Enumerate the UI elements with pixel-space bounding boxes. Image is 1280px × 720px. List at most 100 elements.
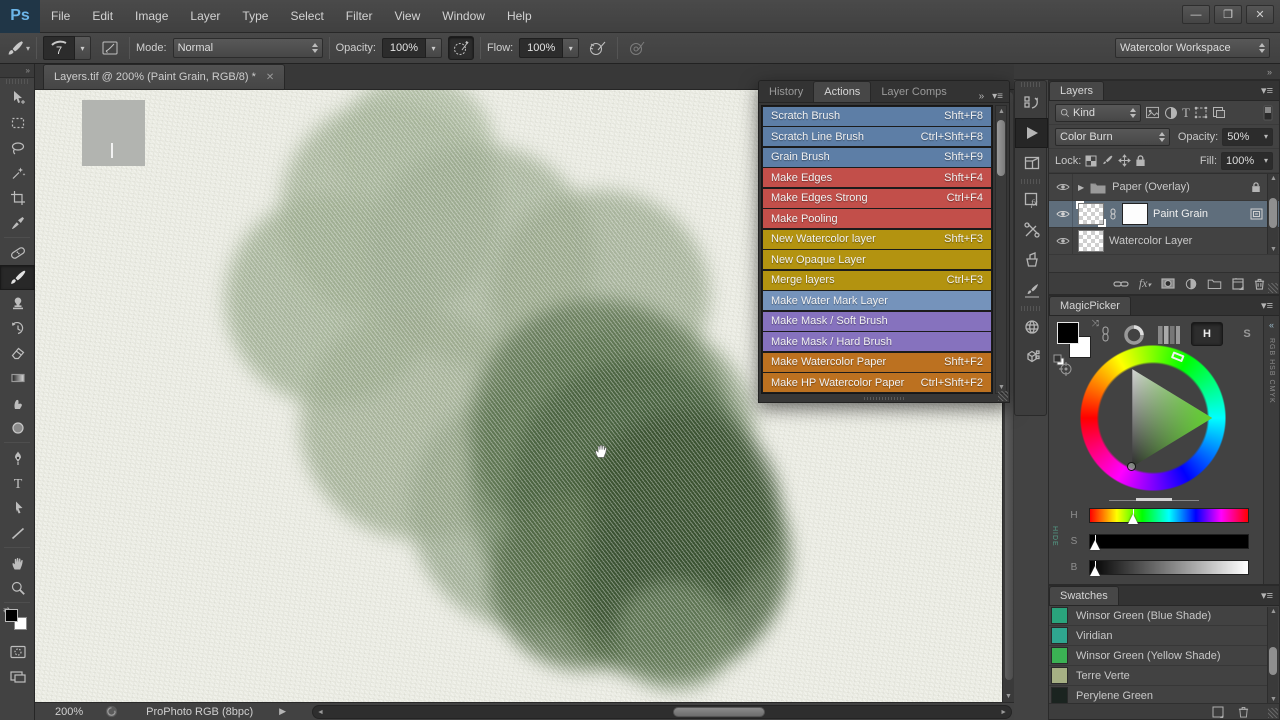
lock-all-icon[interactable]: [1135, 154, 1146, 167]
hue-slider[interactable]: [1089, 508, 1249, 523]
styles-panel-icon[interactable]: fx: [1015, 185, 1048, 215]
saturation-slider-marker[interactable]: [1090, 540, 1100, 550]
panel-resize-grip[interactable]: [1268, 283, 1278, 293]
saturation-mode-button[interactable]: S: [1235, 322, 1259, 346]
hscroll-thumb[interactable]: [673, 707, 765, 717]
rail-collapse-icon[interactable]: «: [1269, 320, 1274, 330]
minimize-button[interactable]: —: [1182, 5, 1210, 24]
pressure-opacity-button[interactable]: [448, 36, 474, 60]
layer-opacity-select[interactable]: 50% ▾: [1222, 128, 1273, 146]
menu-type[interactable]: Type: [231, 0, 279, 33]
menu-view[interactable]: View: [383, 0, 431, 33]
eyedropper-target-icon[interactable]: [1059, 362, 1073, 376]
type-tool[interactable]: T: [0, 470, 35, 495]
action-button[interactable]: Make Mask / Hard Brush: [763, 332, 991, 351]
tool-presets-panel-icon[interactable]: [1015, 215, 1048, 245]
swatch-row[interactable]: Winsor Green (Blue Shade): [1049, 606, 1267, 626]
lock-transparency-icon[interactable]: [1085, 155, 1097, 167]
foreground-color-chip[interactable]: [1057, 322, 1079, 344]
toolbar-gripper[interactable]: [6, 79, 28, 84]
lasso-tool[interactable]: [0, 135, 35, 160]
toolbar-collapse[interactable]: »: [0, 64, 34, 78]
visibility-toggle[interactable]: [1053, 201, 1073, 227]
visibility-toggle[interactable]: [1053, 174, 1073, 200]
pen-tool[interactable]: [0, 445, 35, 470]
layer-row-watercolor[interactable]: Watercolor Layer: [1049, 228, 1279, 255]
status-menu-arrow-icon[interactable]: ▶: [279, 706, 286, 717]
marquee-tool[interactable]: [0, 110, 35, 135]
eyedropper-tool[interactable]: [0, 210, 35, 235]
path-selection-tool[interactable]: [0, 495, 35, 520]
wheel-mode-icon[interactable]: [1123, 324, 1145, 346]
lock-pixels-icon[interactable]: [1101, 154, 1114, 167]
menu-help[interactable]: Help: [496, 0, 543, 33]
history-brush-tool[interactable]: [0, 315, 35, 340]
panel-menu-icon[interactable]: ▾≡: [1255, 296, 1279, 315]
filter-kind-select[interactable]: Kind: [1055, 104, 1141, 122]
action-button[interactable]: Grain BrushShft+F9: [763, 148, 991, 167]
delete-swatch-icon[interactable]: [1238, 706, 1249, 718]
swatch-row[interactable]: Terre Verte: [1049, 666, 1267, 686]
action-button[interactable]: Make Edges StrongCtrl+F4: [763, 189, 991, 208]
action-button[interactable]: New Watercolor layerShft+F3: [763, 230, 991, 249]
canvas-horizontal-scrollbar[interactable]: ◄ ►: [312, 705, 1012, 719]
panel-resize-grip[interactable]: [1268, 708, 1278, 718]
hue-mode-button[interactable]: H: [1191, 322, 1223, 346]
hue-slider-marker[interactable]: [1128, 514, 1138, 524]
tab-actions[interactable]: Actions: [813, 81, 871, 102]
add-mask-icon[interactable]: [1161, 278, 1175, 289]
menu-window[interactable]: Window: [431, 0, 496, 33]
history-panel-icon[interactable]: [1015, 88, 1048, 118]
scroll-right-icon[interactable]: ►: [1000, 709, 1007, 716]
brush-preset-dropdown[interactable]: ▾: [75, 36, 91, 60]
rail-mode-label[interactable]: RGB HSB CMYK: [1268, 338, 1275, 404]
airbrush-button[interactable]: [585, 36, 611, 60]
swatch-row[interactable]: Viridian: [1049, 626, 1267, 646]
panel-resize-grip[interactable]: [998, 391, 1008, 401]
scroll-down-icon[interactable]: ▼: [998, 384, 1005, 391]
filter-smart-object-icon[interactable]: [1212, 106, 1226, 119]
panel-menu-icon[interactable]: ▾≡: [1255, 586, 1279, 605]
hide-label[interactable]: HIDE: [1051, 526, 1058, 547]
zoom-tool[interactable]: [0, 575, 35, 600]
tab-magicpicker[interactable]: MagicPicker: [1049, 296, 1131, 315]
filter-adjustment-icon[interactable]: [1164, 106, 1178, 120]
dodge-tool[interactable]: [0, 415, 35, 440]
new-swatch-icon[interactable]: [1212, 706, 1224, 718]
line-tool[interactable]: [0, 520, 35, 545]
flow-select[interactable]: 100% ▾: [519, 38, 579, 58]
scroll-up-icon[interactable]: ▲: [1270, 608, 1277, 615]
swap-colors-icon[interactable]: ⤨: [1092, 318, 1099, 329]
color-wheel[interactable]: [1079, 344, 1227, 492]
quick-mask-button[interactable]: [0, 639, 35, 664]
scroll-down-icon[interactable]: ▼: [1005, 693, 1012, 700]
saturation-slider[interactable]: [1089, 534, 1249, 549]
swatch-row[interactable]: Winsor Green (Yellow Shade): [1049, 646, 1267, 666]
pressure-size-button[interactable]: [624, 36, 650, 60]
tab-swatches[interactable]: Swatches: [1049, 586, 1119, 605]
hand-tool[interactable]: [0, 550, 35, 575]
flow-dropdown[interactable]: ▾: [563, 38, 579, 58]
actions-scrollbar[interactable]: ▲ ▼: [995, 105, 1007, 394]
blend-mode-select[interactable]: Color Burn: [1055, 128, 1170, 146]
clone-stamp-tool[interactable]: [0, 290, 35, 315]
panel-menu-icon[interactable]: ▾≡: [1255, 81, 1279, 100]
threed-panel-icon[interactable]: [1015, 342, 1048, 372]
foreground-color-chip[interactable]: [5, 609, 18, 622]
action-button[interactable]: Make HP Watercolor PaperCtrl+Shft+F2: [763, 373, 991, 392]
menu-image[interactable]: Image: [124, 0, 179, 33]
document-tab[interactable]: Layers.tif @ 200% (Paint Grain, RGB/8) *…: [43, 64, 285, 89]
scroll-up-icon[interactable]: ▲: [1270, 175, 1277, 182]
filter-toggle-switch[interactable]: [1263, 105, 1273, 121]
swatches-scrollbar[interactable]: ▲ ▼: [1267, 607, 1278, 704]
menu-select[interactable]: Select: [279, 0, 334, 33]
bars-mode-icon[interactable]: [1157, 324, 1181, 346]
scroll-down-icon[interactable]: ▼: [1270, 246, 1277, 253]
tab-close-icon[interactable]: ✕: [266, 72, 274, 83]
adjustment-layer-icon[interactable]: [1185, 278, 1197, 290]
wheel-size-slider[interactable]: [1109, 498, 1199, 502]
workspace-select[interactable]: Watercolor Workspace: [1115, 38, 1270, 58]
action-button[interactable]: Merge layersCtrl+F3: [763, 271, 991, 290]
navigator-panel-icon[interactable]: [1015, 312, 1048, 342]
gradient-tool[interactable]: [0, 365, 35, 390]
